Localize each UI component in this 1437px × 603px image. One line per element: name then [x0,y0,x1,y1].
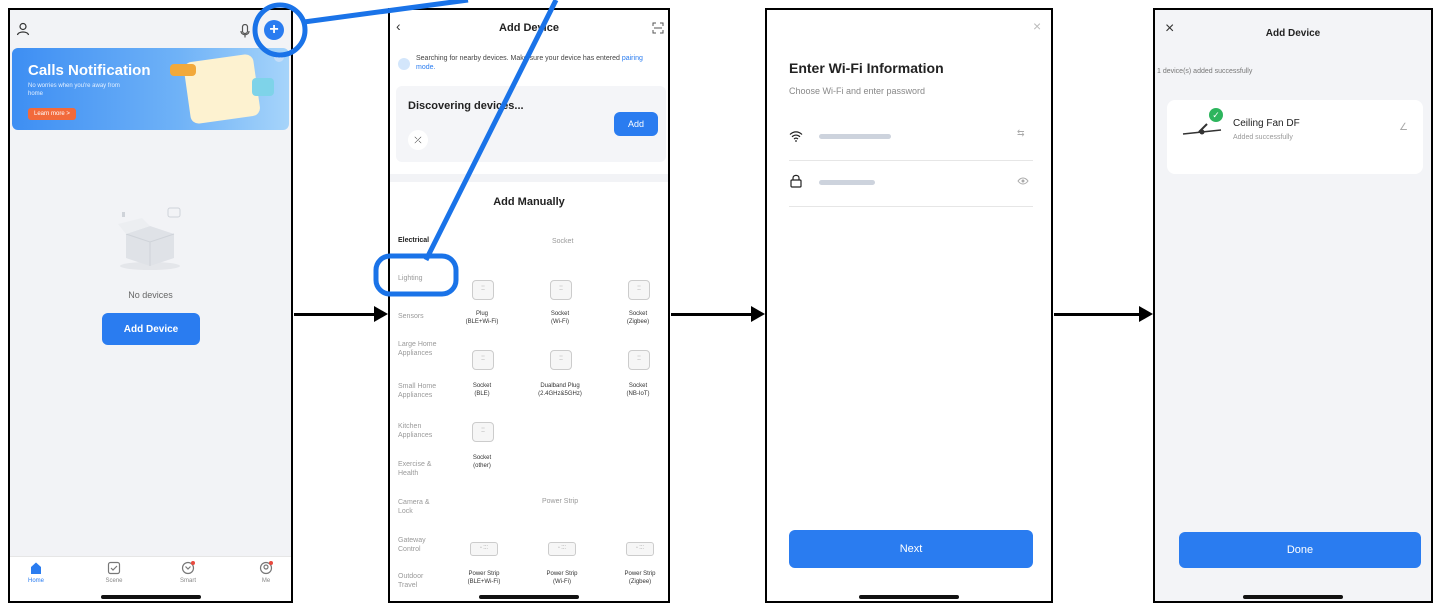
annotation-lighting-highlight [373,253,459,297]
annotation-line [303,0,469,25]
annotation-line [423,0,559,262]
annotation-circle-plus [252,2,308,58]
annotation-overlay [252,0,559,297]
